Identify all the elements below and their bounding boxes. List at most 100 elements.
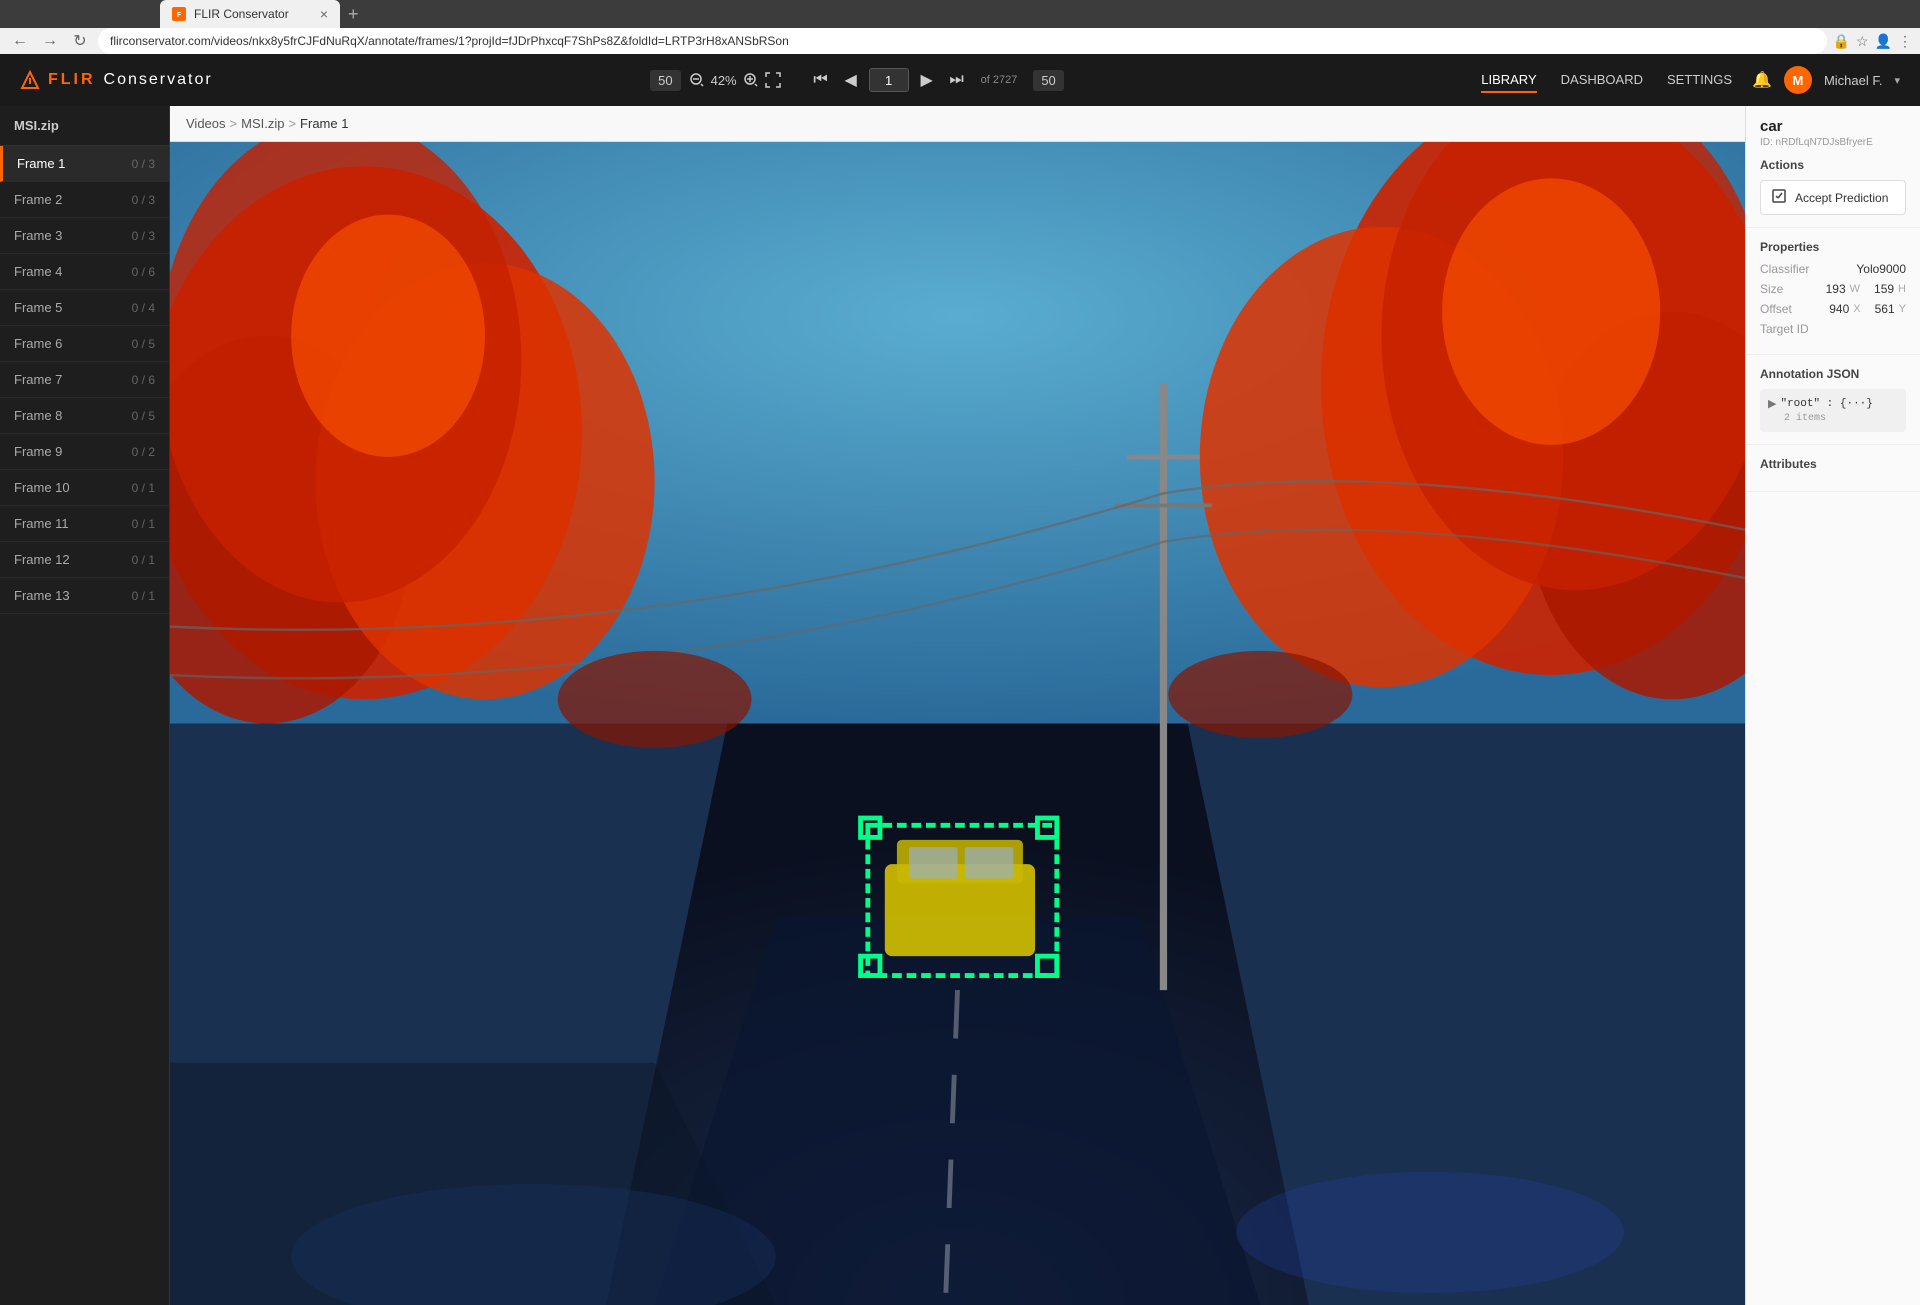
- canvas-area[interactable]: [170, 142, 1745, 1305]
- sidebar-frame-count: 0 / 6: [132, 373, 155, 387]
- star-icon[interactable]: ☆: [1856, 33, 1869, 50]
- sidebar-item-frame-2[interactable]: Frame 2 0 / 3: [0, 182, 169, 218]
- lock-icon: 🔒: [1833, 33, 1850, 50]
- sidebar-frame-count: 0 / 1: [132, 481, 155, 495]
- forward-button[interactable]: →: [38, 29, 62, 53]
- dashboard-menu-item[interactable]: DASHBOARD: [1561, 68, 1643, 93]
- breadcrumb-current: Frame 1: [300, 116, 348, 131]
- last-frame-button[interactable]: ⏭: [945, 68, 969, 92]
- fit-button[interactable]: [743, 72, 759, 88]
- accept-prediction-button[interactable]: Accept Prediction: [1760, 180, 1906, 215]
- sidebar-item-frame-10[interactable]: Frame 10 0 / 1: [0, 470, 169, 506]
- main-content: MSI.zip Frame 1 0 / 3 Frame 2 0 / 3 Fram…: [0, 106, 1920, 1305]
- tab-close-button[interactable]: ×: [320, 6, 328, 22]
- browser-window: F FLIR Conservator × + ← → ↻ 🔒 ☆ 👤 ⋮: [0, 0, 1920, 1080]
- sidebar-item-frame-11[interactable]: Frame 11 0 / 1: [0, 506, 169, 542]
- sidebar-frame-label: Frame 5: [14, 300, 62, 315]
- sidebar-item-frame-6[interactable]: Frame 6 0 / 5: [0, 326, 169, 362]
- sidebar: MSI.zip Frame 1 0 / 3 Frame 2 0 / 3 Fram…: [0, 106, 170, 1305]
- next-frame-button[interactable]: ▶: [915, 68, 939, 92]
- sidebar-item-frame-8[interactable]: Frame 8 0 / 5: [0, 398, 169, 434]
- offset-x-value: 940: [1829, 302, 1849, 316]
- sidebar-frame-count: 0 / 3: [132, 193, 155, 207]
- sidebar-frame-count: 0 / 3: [132, 157, 155, 171]
- sidebar-frame-count: 0 / 5: [132, 337, 155, 351]
- offset-row: Offset 940 X 561 Y: [1760, 302, 1906, 316]
- sidebar-frame-label: Frame 2: [14, 192, 62, 207]
- sidebar-frame-label: Frame 4: [14, 264, 62, 279]
- sidebar-frame-label: Frame 9: [14, 444, 62, 459]
- back-button[interactable]: ←: [8, 29, 32, 53]
- zoom-out-icon: [689, 72, 705, 88]
- sidebar-frame-count: 0 / 5: [132, 409, 155, 423]
- breadcrumb-videos[interactable]: Videos: [186, 116, 226, 131]
- size-height-value: 159: [1874, 282, 1894, 296]
- right-panel: car ID: nRDfLqN7DJsBfryerE Actions Accep…: [1745, 106, 1920, 1305]
- sidebar-item-frame-7[interactable]: Frame 7 0 / 6: [0, 362, 169, 398]
- annotation-json-block[interactable]: ▶ "root" : {···} 2 items: [1760, 389, 1906, 432]
- app-window: FLIR Conservator 50 42%: [0, 54, 1920, 1305]
- zoom-level: 42%: [711, 73, 737, 88]
- sidebar-frame-count: 0 / 6: [132, 265, 155, 279]
- size-width-value: 193: [1826, 282, 1846, 296]
- breadcrumb: Videos > MSI.zip > Frame 1: [170, 106, 1745, 142]
- browser-tab[interactable]: F FLIR Conservator ×: [160, 0, 340, 28]
- zoom-controls: 42%: [689, 72, 781, 88]
- sidebar-item-frame-5[interactable]: Frame 5 0 / 4: [0, 290, 169, 326]
- new-tab-button[interactable]: +: [348, 4, 359, 25]
- attributes-section: Attributes: [1746, 445, 1920, 492]
- tab-title: FLIR Conservator: [194, 7, 289, 21]
- size-label: Size: [1760, 282, 1783, 296]
- offset-y-value: 561: [1875, 302, 1895, 316]
- sidebar-item-frame-4[interactable]: Frame 4 0 / 6: [0, 254, 169, 290]
- sidebar-item-frame-3[interactable]: Frame 3 0 / 3: [0, 218, 169, 254]
- prev-frame-button[interactable]: ◀: [839, 68, 863, 92]
- accept-prediction-label: Accept Prediction: [1795, 191, 1888, 205]
- scene-image: [170, 142, 1745, 1305]
- object-id: ID: nRDfLqN7DJsBfryerE: [1760, 137, 1906, 148]
- attributes-section-label: Attributes: [1760, 457, 1906, 471]
- sidebar-frame-label: Frame 1: [17, 156, 65, 171]
- json-expand-icon[interactable]: ▶: [1768, 397, 1776, 411]
- sidebar-frame-count: 0 / 1: [132, 517, 155, 531]
- address-bar: ← → ↻ 🔒 ☆ 👤 ⋮: [0, 28, 1920, 54]
- user-menu-chevron-icon[interactable]: ▾: [1894, 74, 1900, 87]
- top-nav-center: 50 42% ⏮ ◀: [253, 68, 1462, 92]
- sidebar-item-frame-9[interactable]: Frame 9 0 / 2: [0, 434, 169, 470]
- sidebar-frame-label: Frame 3: [14, 228, 62, 243]
- sidebar-frame-label: Frame 12: [14, 552, 70, 567]
- notification-bell-icon[interactable]: 🔔: [1752, 70, 1772, 90]
- refresh-button[interactable]: ↻: [68, 29, 92, 53]
- tab-favicon: F: [172, 7, 186, 21]
- url-input[interactable]: [98, 28, 1827, 54]
- left-page-size[interactable]: 50: [650, 70, 680, 91]
- size-width-unit: W: [1850, 283, 1860, 295]
- json-root-content: "root" : {···}: [1780, 398, 1872, 410]
- user-name: Michael F.: [1824, 73, 1883, 88]
- sidebar-frame-label: Frame 11: [14, 516, 69, 531]
- svg-text:F: F: [177, 12, 182, 19]
- settings-menu-item[interactable]: SETTINGS: [1667, 68, 1732, 93]
- offset-y-unit: Y: [1899, 303, 1906, 315]
- sidebar-frame-label: Frame 13: [14, 588, 70, 603]
- zoom-out-button[interactable]: [689, 72, 705, 88]
- properties-section: Properties Classifier Yolo9000 Size 193 …: [1746, 228, 1920, 355]
- breadcrumb-folder[interactable]: MSI.zip: [241, 116, 284, 131]
- classifier-row: Classifier Yolo9000: [1760, 262, 1906, 276]
- sidebar-item-frame-12[interactable]: Frame 12 0 / 1: [0, 542, 169, 578]
- right-page-size[interactable]: 50: [1033, 70, 1063, 91]
- account-icon[interactable]: 👤: [1875, 33, 1892, 50]
- target-id-label: Target ID: [1760, 322, 1809, 336]
- fullscreen-button[interactable]: [765, 72, 781, 88]
- sidebar-item-frame-13[interactable]: Frame 13 0 / 1: [0, 578, 169, 614]
- accept-prediction-icon: [1771, 188, 1787, 207]
- sidebar-frame-label: Frame 7: [14, 372, 62, 387]
- properties-section-label: Properties: [1760, 240, 1906, 254]
- menu-icon[interactable]: ⋮: [1898, 33, 1912, 50]
- library-menu-item[interactable]: LIBRARY: [1481, 68, 1536, 93]
- first-frame-button[interactable]: ⏮: [809, 68, 833, 92]
- sidebar-item-frame-1[interactable]: Frame 1 0 / 3: [0, 146, 169, 182]
- frame-number-input[interactable]: [869, 68, 909, 92]
- offset-x-unit: X: [1853, 303, 1860, 315]
- breadcrumb-sep-1: >: [230, 116, 238, 131]
